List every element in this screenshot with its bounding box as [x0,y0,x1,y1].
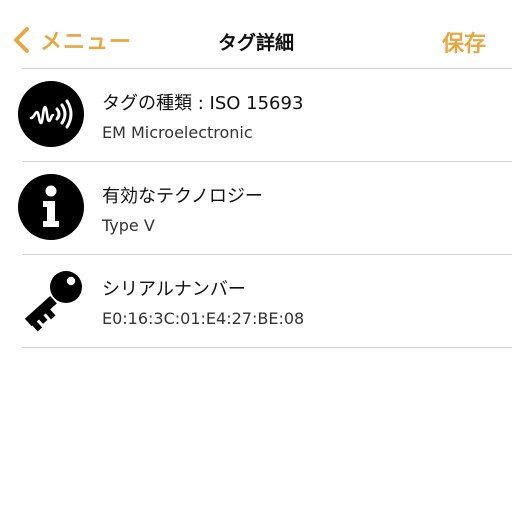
navigation-bar: メニュー タグ詳細 保存 [0,0,512,70]
list-item-technology: 有効なテクノロジー Type V [0,162,512,254]
list-item-serial-number: シリアルナンバー E0:16:3C:01:E4:27:BE:08 [0,255,512,347]
divider [22,347,512,348]
nfc-wave-icon [18,81,84,147]
key-icon [18,267,84,333]
row-value: Type V [102,216,155,235]
info-icon [18,174,84,240]
detail-list: タグの種類 : ISO 15693 EM Microelectronic 有効な… [0,68,512,348]
row-title: 有効なテクノロジー [102,186,263,207]
list-item-tag-type: タグの種類 : ISO 15693 EM Microelectronic [0,69,512,161]
row-title: タグの種類 : ISO 15693 [102,93,304,114]
save-button[interactable]: 保存 [442,26,486,58]
row-value: EM Microelectronic [102,123,253,142]
page-title: タグ詳細 [217,32,294,54]
row-value: E0:16:3C:01:E4:27:BE:08 [102,309,305,328]
row-title: シリアルナンバー [102,279,246,300]
